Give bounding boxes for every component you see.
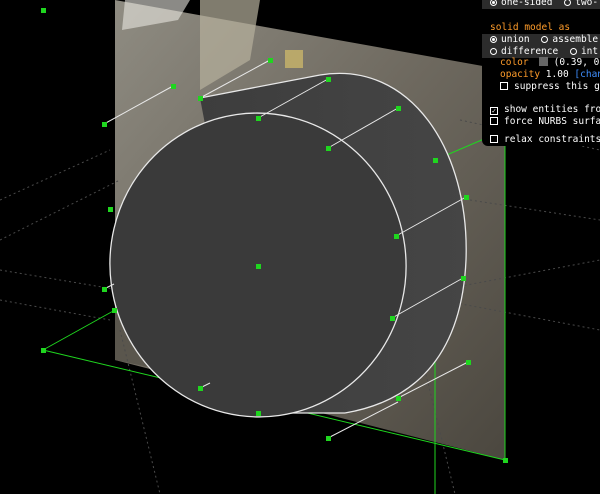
opacity-value: 1.00 <box>545 69 569 80</box>
relax-constraints-label: relax constraints <box>504 134 600 145</box>
one-sided-radio[interactable]: one-sided <box>490 0 552 8</box>
point <box>396 106 401 111</box>
point <box>102 122 107 127</box>
show-entities-label: show entities from <box>504 104 600 115</box>
difference-radio[interactable]: difference <box>490 46 558 57</box>
radio-checked-icon <box>490 36 497 43</box>
point <box>102 287 107 292</box>
solid-model-heading: solid model as <box>490 22 571 33</box>
two-sided-radio[interactable]: two- <box>564 0 598 8</box>
point <box>326 146 331 151</box>
point <box>466 360 471 365</box>
suppress-label: suppress this gr <box>514 81 600 92</box>
opacity-row: opacity 1.00 [chang <box>500 69 600 81</box>
show-entities-row[interactable]: ✓ show entities from <box>490 104 600 116</box>
point <box>503 458 508 463</box>
combine-row-1: union assemble <box>482 34 600 46</box>
point <box>394 234 399 239</box>
relax-constraints-row[interactable]: relax constraints <box>490 134 600 146</box>
intersection-radio[interactable]: int <box>569 46 598 57</box>
color-swatch[interactable] <box>538 57 548 66</box>
point <box>256 411 261 416</box>
checkbox-checked-icon: ✓ <box>490 107 498 115</box>
checkbox-unchecked-icon <box>500 82 508 90</box>
union-radio[interactable]: union <box>490 34 530 45</box>
point <box>396 396 401 401</box>
radio-unchecked-icon <box>564 0 572 6</box>
group-properties-panel: one-sided two- solid model as union asse… <box>482 0 600 146</box>
point <box>461 276 466 281</box>
point <box>198 386 203 391</box>
point <box>256 264 261 269</box>
radio-unchecked-icon <box>569 48 577 55</box>
force-nurbs-row[interactable]: force NURBS surfac <box>490 116 600 128</box>
face-side-row: one-sided two- <box>482 0 600 9</box>
point <box>268 58 273 63</box>
radio-unchecked-icon <box>541 36 549 43</box>
point <box>41 8 46 13</box>
point <box>390 316 395 321</box>
point <box>198 96 203 101</box>
point <box>326 436 331 441</box>
point <box>433 158 438 163</box>
suppress-row[interactable]: suppress this gr <box>500 81 600 93</box>
point <box>171 84 176 89</box>
checkbox-unchecked-icon <box>490 117 498 125</box>
color-label: color <box>500 57 529 68</box>
point <box>256 116 261 121</box>
point <box>464 195 469 200</box>
opacity-change-link[interactable]: [chang <box>574 69 600 80</box>
assemble-radio[interactable]: assemble <box>541 34 598 45</box>
point <box>41 348 46 353</box>
color-row: color (0.39, 0 <box>500 57 599 69</box>
checkbox-unchecked-icon <box>490 135 498 143</box>
point <box>112 308 117 313</box>
point <box>326 77 331 82</box>
color-value: (0.39, 0 <box>553 57 600 68</box>
radio-unchecked-icon <box>490 48 497 55</box>
force-nurbs-label: force NURBS surfac <box>504 116 600 127</box>
radio-checked-icon <box>490 0 497 6</box>
point <box>108 207 113 212</box>
opacity-label: opacity <box>500 69 541 80</box>
